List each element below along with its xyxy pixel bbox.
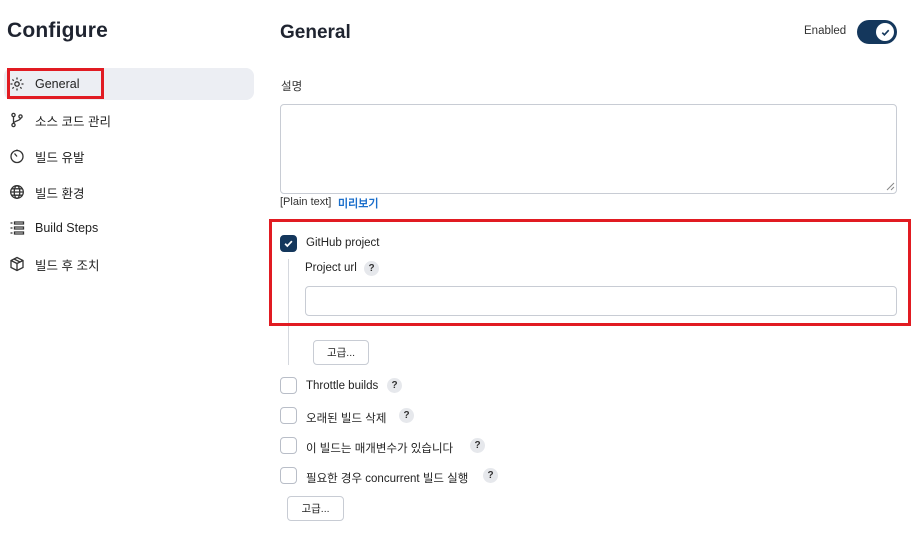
sidebar-item-label: 빌드 후 조치 [35, 258, 100, 273]
check-icon [284, 240, 293, 248]
sidebar-item-label: 빌드 환경 [35, 186, 85, 201]
sidebar-item-label: Build Steps [35, 221, 99, 235]
github-project-label: GitHub project [306, 237, 380, 249]
timer-icon [8, 147, 26, 165]
sidebar-item-build-triggers[interactable]: 빌드 유발 [4, 140, 254, 172]
concurrent-builds-label: 필요한 경우 concurrent 빌드 실행 [306, 473, 469, 485]
discard-old-builds-checkbox[interactable] [280, 407, 297, 424]
sidebar-item-label: 소스 코드 관리 [35, 114, 111, 129]
advanced-button[interactable]: 고급... [287, 496, 344, 521]
branch-icon [8, 111, 26, 129]
concurrent-builds-help-button[interactable]: ? [483, 468, 498, 483]
description-textarea[interactable] [280, 104, 897, 194]
throttle-builds-label: Throttle builds [306, 380, 379, 392]
sidebar-item-source-code[interactable]: 소스 코드 관리 [4, 104, 254, 136]
sidebar-item-label: General [35, 77, 80, 91]
nested-indent-line [288, 259, 289, 365]
package-icon [8, 255, 26, 273]
preview-link[interactable]: 미리보기 [338, 195, 378, 211]
check-icon [876, 23, 894, 41]
sidebar-item-build-environment[interactable]: 빌드 환경 [4, 176, 254, 208]
project-url-help-button[interactable]: ? [364, 261, 379, 276]
project-url-label: Project url [305, 262, 357, 274]
page-title: Configure [7, 19, 108, 42]
throttle-builds-checkbox[interactable] [280, 377, 297, 394]
description-label: 설명 [281, 81, 303, 93]
project-url-input[interactable] [305, 286, 897, 316]
sidebar-item-label: 빌드 유발 [35, 150, 85, 165]
discard-old-builds-label: 오래된 빌드 삭제 [306, 413, 387, 425]
plain-text-label: [Plain text] [280, 196, 332, 208]
github-advanced-button[interactable]: 고급... [313, 340, 369, 365]
throttle-builds-help-button[interactable]: ? [387, 378, 402, 393]
list-icon [8, 219, 26, 237]
gear-icon [8, 75, 26, 93]
sidebar-item-general[interactable]: General [4, 68, 254, 100]
sidebar-item-post-build[interactable]: 빌드 후 조치 [4, 248, 254, 280]
section-title: General [280, 22, 351, 43]
sidebar-item-build-steps[interactable]: Build Steps [4, 212, 254, 244]
resize-handle-icon[interactable] [885, 181, 895, 191]
parameterized-checkbox[interactable] [280, 437, 297, 454]
parameterized-label: 이 빌드는 매개변수가 있습니다 [306, 443, 454, 455]
enabled-label: Enabled [804, 25, 847, 37]
discard-old-builds-help-button[interactable]: ? [399, 408, 414, 423]
globe-icon [8, 183, 26, 201]
enabled-toggle[interactable] [857, 20, 897, 44]
parameterized-help-button[interactable]: ? [470, 438, 485, 453]
concurrent-builds-checkbox[interactable] [280, 467, 297, 484]
github-project-checkbox[interactable] [280, 235, 297, 252]
